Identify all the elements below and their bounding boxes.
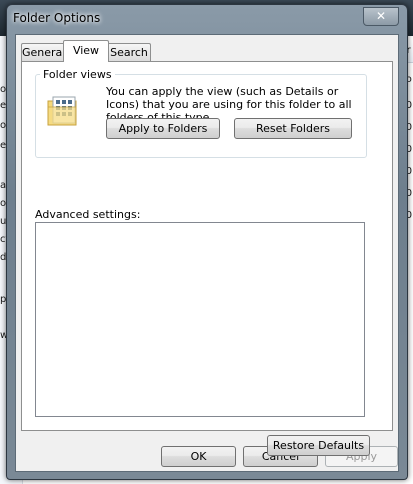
folder-options-dialog: Folder Options ✕ General View Search Fol… [6, 4, 408, 480]
reset-folders-button[interactable]: Reset Folders [234, 118, 352, 139]
title-bar[interactable]: Folder Options ✕ [7, 5, 407, 31]
tab-search[interactable]: Search [107, 43, 151, 61]
dialog-client-area: General View Search Folder views You can… [15, 34, 399, 472]
dialog-title: Folder Options [13, 11, 101, 25]
advanced-settings-list[interactable] [35, 222, 365, 417]
tab-view[interactable]: View [63, 40, 109, 62]
apply-to-folders-button[interactable]: Apply to Folders [106, 118, 220, 139]
close-button[interactable]: ✕ [363, 7, 399, 26]
advanced-settings-label: Advanced settings: [35, 208, 141, 221]
folder-views-title: Folder views [40, 68, 115, 81]
ok-button[interactable]: OK [161, 446, 236, 467]
folder-view-icon [47, 96, 77, 126]
close-icon: ✕ [375, 9, 387, 23]
tab-general[interactable]: General [21, 43, 65, 61]
folder-views-group: Folder views You can apply the view (suc… [35, 68, 367, 158]
restore-defaults-button[interactable]: Restore Defaults [267, 435, 370, 456]
screen: orite esk own ece arie ocu usic ctu deo … [0, 0, 413, 484]
view-tab-panel: Folder views You can apply the view (suc… [21, 61, 393, 456]
